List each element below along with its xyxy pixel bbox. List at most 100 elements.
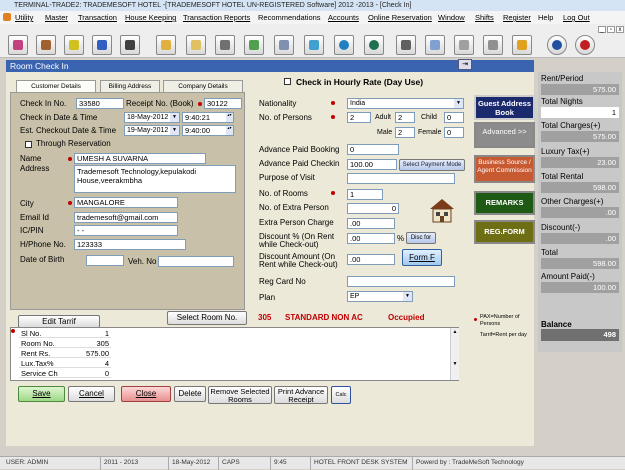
female-field[interactable]: 0 bbox=[444, 127, 464, 138]
extra-charge-field[interactable]: .00 bbox=[347, 218, 395, 229]
phone-field[interactable]: 123333 bbox=[74, 239, 186, 250]
dob-field[interactable] bbox=[86, 255, 124, 266]
room-grid[interactable]: Sl No. 1 Room No. 305 Rent Rs. 575.00 Lu… bbox=[10, 327, 459, 381]
menu-logout[interactable]: Log Out bbox=[563, 11, 590, 24]
menu-utility[interactable]: Utility bbox=[15, 11, 33, 24]
app-menu-icon[interactable] bbox=[3, 13, 11, 21]
form-f-button[interactable]: Form F bbox=[402, 249, 442, 266]
child-label: Child bbox=[421, 114, 437, 121]
save-button[interactable]: Save bbox=[18, 386, 65, 402]
globe-icon[interactable] bbox=[334, 35, 354, 55]
remove-rooms-label: Remove Selected Rooms bbox=[210, 387, 270, 404]
extra-persons-field[interactable]: 0 bbox=[347, 203, 399, 214]
notes-icon[interactable] bbox=[425, 35, 445, 55]
download-icon[interactable] bbox=[215, 35, 235, 55]
through-reservation-checkbox[interactable] bbox=[25, 141, 32, 148]
menu-transaction-reports[interactable]: Transaction Reports bbox=[183, 11, 250, 24]
menu-transaction[interactable]: Transaction bbox=[78, 11, 117, 24]
close-icon[interactable] bbox=[575, 35, 595, 55]
discount-pct-field[interactable]: .00 bbox=[347, 233, 395, 244]
reg-card-field[interactable] bbox=[347, 276, 455, 287]
cancel-button[interactable]: Cancel bbox=[68, 386, 115, 402]
checkin-no-field[interactable]: 33580 bbox=[76, 98, 124, 109]
address-field[interactable]: Trademesoft Technology,kepulakodi House,… bbox=[74, 165, 236, 193]
checkout-time-field[interactable]: 9:40:00 bbox=[182, 125, 234, 136]
arrows-icon[interactable] bbox=[304, 35, 324, 55]
rooms-field[interactable]: 1 bbox=[347, 189, 383, 200]
checkin-time-field[interactable]: 9:40:21 bbox=[182, 112, 234, 123]
close-window-icon[interactable]: x bbox=[616, 26, 624, 33]
disc-for-button[interactable]: Disc for bbox=[406, 232, 436, 244]
menu-register[interactable]: Register bbox=[503, 11, 531, 24]
menu-master[interactable]: Master bbox=[45, 11, 68, 24]
select-room-button[interactable]: Select Room No. bbox=[167, 311, 247, 325]
hourly-rate-checkbox[interactable] bbox=[284, 78, 291, 85]
tab-customer-details[interactable]: Customer Details bbox=[16, 80, 96, 92]
plan-dropdown[interactable]: EP bbox=[347, 291, 413, 302]
discount-amt-field[interactable]: .00 bbox=[347, 254, 395, 265]
adv-checkin-field[interactable]: 100.00 bbox=[347, 159, 397, 170]
grid-row[interactable]: Rent Rs. 575.00 bbox=[19, 349, 111, 358]
checkin-date-picker[interactable]: 18-May-2012 bbox=[124, 112, 180, 123]
print-receipt-button[interactable]: Print Advance Receipt bbox=[274, 386, 328, 404]
status-bar: USER: ADMIN 2011 - 2013 18-May-2012 CAPS… bbox=[0, 456, 625, 470]
wizard-icon[interactable] bbox=[92, 35, 112, 55]
grid-row[interactable]: Service Ch 0 bbox=[19, 369, 111, 378]
total-nights-field[interactable]: 1 bbox=[541, 107, 619, 118]
menu-accounts[interactable]: Accounts bbox=[328, 11, 359, 24]
folder-search-icon[interactable] bbox=[156, 35, 176, 55]
pin-icon[interactable]: ⇥ bbox=[458, 59, 472, 70]
advanced-button[interactable]: Advanced >> bbox=[474, 122, 535, 148]
lock-icon[interactable] bbox=[512, 35, 532, 55]
reservation-icon[interactable] bbox=[8, 35, 28, 55]
restore-icon[interactable]: ▫ bbox=[607, 26, 615, 33]
adult-field[interactable]: 2 bbox=[395, 112, 415, 123]
minimize-icon[interactable]: _ bbox=[598, 26, 606, 33]
checkin-icon[interactable] bbox=[64, 35, 84, 55]
remarks-button[interactable]: REMARKS bbox=[474, 191, 535, 215]
remove-rooms-button[interactable]: Remove Selected Rooms bbox=[208, 386, 272, 404]
calc-button[interactable]: Calc bbox=[331, 386, 351, 404]
search-binoculars-icon[interactable] bbox=[120, 35, 140, 55]
persons-field[interactable]: 2 bbox=[347, 112, 371, 123]
delete-button[interactable]: Delete bbox=[174, 386, 206, 402]
child-field[interactable]: 0 bbox=[444, 112, 464, 123]
chart-icon[interactable] bbox=[244, 35, 264, 55]
menu-window[interactable]: Window bbox=[438, 11, 465, 24]
calculator-icon[interactable] bbox=[483, 35, 503, 55]
city-field[interactable]: MANGALORE bbox=[74, 197, 178, 208]
network-icon[interactable] bbox=[454, 35, 474, 55]
name-field[interactable]: UMESH A SUVARNA bbox=[74, 153, 206, 164]
receipt-no-field[interactable]: 30122 bbox=[204, 98, 242, 109]
document-icon[interactable] bbox=[274, 35, 294, 55]
menu-shifts[interactable]: Shifts bbox=[475, 11, 494, 24]
grid-row[interactable]: Sl No. 1 bbox=[19, 329, 111, 338]
menu-help[interactable]: Help bbox=[538, 11, 553, 24]
icpin-field[interactable]: - - bbox=[74, 225, 178, 236]
nationality-dropdown[interactable]: India bbox=[347, 98, 464, 109]
close-button[interactable]: Close bbox=[121, 386, 171, 402]
help-icon[interactable] bbox=[547, 35, 567, 55]
guest-address-book-button[interactable]: Guest Address Book bbox=[474, 95, 535, 120]
earth-icon[interactable] bbox=[364, 35, 384, 55]
male-field[interactable]: 2 bbox=[395, 127, 415, 138]
adv-booking-field[interactable]: 0 bbox=[347, 144, 399, 155]
guest-icon[interactable] bbox=[36, 35, 56, 55]
grid-row[interactable]: Lux.Tax% 4 bbox=[19, 359, 111, 368]
reg-form-button[interactable]: REG.FORM bbox=[474, 220, 535, 244]
payment-mode-button[interactable]: Select Payment Mode bbox=[399, 159, 465, 171]
export-icon[interactable] bbox=[186, 35, 206, 55]
grid-row[interactable]: Room No. 305 bbox=[19, 339, 111, 348]
tab-billing-address[interactable]: Billing Address bbox=[100, 80, 160, 92]
checkout-date-picker[interactable]: 19-May-2012 bbox=[124, 125, 180, 136]
grid-scrollbar[interactable]: ▲ ▼ bbox=[450, 328, 459, 380]
menu-online-reservation[interactable]: Online Reservation bbox=[368, 11, 432, 24]
menu-recommendations[interactable]: Recommendations bbox=[258, 11, 321, 24]
menu-house-keeping[interactable]: House Keeping bbox=[125, 11, 176, 24]
business-source-button[interactable]: Business Source / Agent Commission bbox=[474, 155, 535, 183]
email-field[interactable]: trademesoft@gmail.com bbox=[74, 212, 178, 223]
veh-no-field[interactable] bbox=[158, 256, 234, 267]
tab-company-details[interactable]: Company Details bbox=[163, 80, 243, 92]
settings-icon[interactable] bbox=[396, 35, 416, 55]
purpose-field[interactable] bbox=[347, 173, 455, 184]
